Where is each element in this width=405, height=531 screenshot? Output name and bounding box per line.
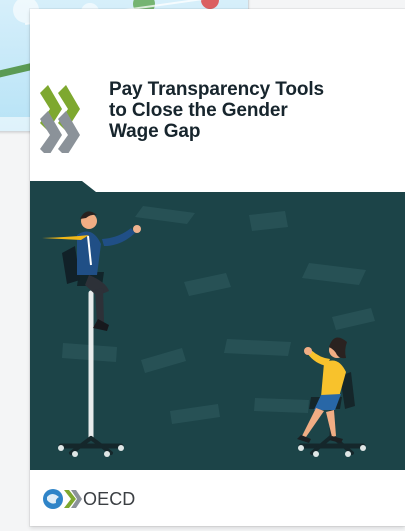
double-chevron-icon	[40, 85, 80, 153]
chair-wheel	[313, 451, 319, 457]
chair-wheel	[118, 445, 124, 451]
book-cover: Pay Transparency Tools to Close the Gend…	[30, 9, 405, 526]
report-title-line: Wage Gap	[109, 121, 201, 142]
chair-wheel	[104, 451, 110, 457]
report-title-line: to Close the Gender	[109, 100, 288, 121]
man-hand	[133, 225, 141, 233]
report-title: Pay Transparency Tools to Close the Gend…	[109, 79, 377, 142]
chair-wheel	[345, 451, 351, 457]
cover-illustration	[30, 181, 405, 470]
chair-wheel	[360, 445, 366, 451]
money-shape	[254, 398, 309, 413]
report-title-line: Pay Transparency Tools	[109, 79, 324, 100]
money-shape	[224, 339, 291, 356]
gray-chevron	[58, 111, 80, 153]
gray-chevron	[40, 111, 62, 153]
chair-wheel	[72, 451, 78, 457]
screenshot-canvas: Pay Transparency Tools to Close the Gend…	[0, 0, 405, 531]
chair-wheel	[58, 445, 64, 451]
publisher-name: OECD	[83, 489, 136, 509]
woman-hand	[304, 347, 312, 355]
publisher-logo: OECD	[42, 486, 158, 516]
chair-wheel	[298, 445, 304, 451]
globe-icon	[43, 489, 82, 509]
